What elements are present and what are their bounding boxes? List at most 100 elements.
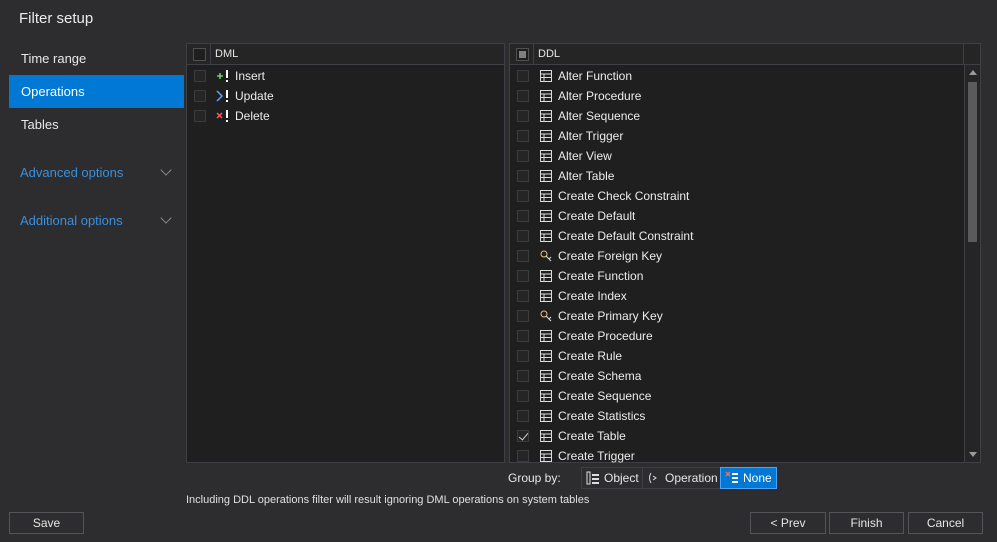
ddl-select-all-checkbox[interactable] bbox=[516, 48, 529, 61]
ddl-row-checkbox[interactable] bbox=[517, 70, 529, 82]
ddl-row-checkbox[interactable] bbox=[517, 150, 529, 162]
dml-header: DML bbox=[187, 44, 504, 65]
ddl-row-label: Create Sequence bbox=[558, 389, 652, 403]
ddl-row-checkbox[interactable] bbox=[517, 190, 529, 202]
ddl-row-checkbox[interactable] bbox=[517, 290, 529, 302]
view-icon bbox=[539, 149, 553, 163]
ddl-row[interactable]: Create Function bbox=[510, 266, 980, 286]
dml-row-label: Insert bbox=[235, 69, 266, 83]
ddl-scrollbar[interactable] bbox=[964, 65, 980, 462]
dml-row-checkbox[interactable] bbox=[194, 90, 206, 102]
nav-item-operations[interactable]: Operations bbox=[9, 75, 184, 108]
nav-section-advanced-options[interactable]: Advanced options bbox=[9, 156, 184, 189]
ddl-row[interactable]: Alter Table bbox=[510, 166, 980, 186]
primary-key-icon bbox=[539, 309, 553, 323]
dml-panel: DML Insert Update Delete bbox=[186, 43, 505, 463]
ddl-row-label: Create Procedure bbox=[558, 329, 653, 343]
schema-icon bbox=[539, 369, 553, 383]
ddl-row[interactable]: Create Procedure bbox=[510, 326, 980, 346]
save-button[interactable]: Save bbox=[9, 512, 84, 534]
ddl-row-label: Create Trigger bbox=[558, 449, 635, 463]
ddl-row-checkbox[interactable] bbox=[517, 170, 529, 182]
ddl-row-checkbox[interactable] bbox=[517, 230, 529, 242]
procedure-icon bbox=[539, 329, 553, 343]
insert-icon bbox=[216, 69, 230, 83]
ddl-row[interactable]: Create Rule bbox=[510, 346, 980, 366]
group-by-operation-button[interactable]: Operation bbox=[642, 467, 723, 489]
cancel-button[interactable]: Cancel bbox=[908, 512, 983, 534]
ddl-row-checkbox[interactable] bbox=[517, 210, 529, 222]
ddl-row-label: Create Function bbox=[558, 269, 644, 283]
ddl-row[interactable]: Create Default bbox=[510, 206, 980, 226]
ddl-row[interactable]: Create Default Constraint bbox=[510, 226, 980, 246]
function-icon bbox=[539, 269, 553, 283]
ddl-row[interactable]: Alter Sequence bbox=[510, 106, 980, 126]
dml-list: Insert Update Delete bbox=[187, 65, 504, 126]
object-group-icon bbox=[586, 471, 599, 485]
group-by-object-button[interactable]: Object bbox=[581, 467, 644, 489]
nav-item-tables[interactable]: Tables bbox=[9, 108, 184, 141]
finish-button[interactable]: Finish bbox=[829, 512, 904, 534]
chevron-down-icon bbox=[160, 164, 172, 176]
ddl-row-label: Create Check Constraint bbox=[558, 189, 690, 203]
ddl-row[interactable]: Alter Procedure bbox=[510, 86, 980, 106]
default-icon bbox=[539, 209, 553, 223]
ddl-row[interactable]: Alter View bbox=[510, 146, 980, 166]
operation-group-icon bbox=[649, 472, 657, 484]
ddl-row-label: Create Schema bbox=[558, 369, 642, 383]
procedure-icon bbox=[539, 89, 553, 103]
dml-row-checkbox[interactable] bbox=[194, 70, 206, 82]
scroll-down-icon[interactable] bbox=[969, 452, 977, 457]
check-constraint-icon bbox=[539, 189, 553, 203]
dml-select-all-checkbox[interactable] bbox=[193, 48, 206, 61]
sequence-icon bbox=[539, 109, 553, 123]
dml-row[interactable]: Update bbox=[187, 86, 504, 106]
ddl-row[interactable]: Create Table bbox=[510, 426, 980, 446]
nav-item-time-range[interactable]: Time range bbox=[9, 42, 184, 75]
ddl-row-checkbox[interactable] bbox=[517, 130, 529, 142]
ddl-row-checkbox[interactable] bbox=[517, 270, 529, 282]
dml-row[interactable]: Delete bbox=[187, 106, 504, 126]
ddl-row-checkbox[interactable] bbox=[517, 430, 529, 442]
dml-row-checkbox[interactable] bbox=[194, 110, 206, 122]
ddl-row-checkbox[interactable] bbox=[517, 330, 529, 342]
ddl-row[interactable]: Create Trigger bbox=[510, 446, 980, 466]
ddl-row[interactable]: Alter Function bbox=[510, 66, 980, 86]
sidebar-nav: Time range Operations Tables Advanced op… bbox=[9, 42, 184, 237]
ddl-row-checkbox[interactable] bbox=[517, 310, 529, 322]
ddl-row-checkbox[interactable] bbox=[517, 110, 529, 122]
group-by-operation-label: Operation bbox=[665, 471, 718, 485]
ddl-row-checkbox[interactable] bbox=[517, 90, 529, 102]
ddl-row-checkbox[interactable] bbox=[517, 250, 529, 262]
group-by-none-label: None bbox=[743, 471, 772, 485]
dml-row-label: Delete bbox=[235, 109, 270, 123]
delete-icon bbox=[216, 109, 230, 123]
index-icon bbox=[539, 289, 553, 303]
scroll-thumb[interactable] bbox=[968, 82, 977, 242]
table-icon bbox=[539, 169, 553, 183]
ddl-row[interactable]: Create Primary Key bbox=[510, 306, 980, 326]
dml-row[interactable]: Insert bbox=[187, 66, 504, 86]
ddl-row-label: Alter Trigger bbox=[558, 129, 624, 143]
ddl-row[interactable]: Create Schema bbox=[510, 366, 980, 386]
ddl-row[interactable]: Alter Trigger bbox=[510, 126, 980, 146]
ddl-row-checkbox[interactable] bbox=[517, 350, 529, 362]
ddl-row[interactable]: Create Index bbox=[510, 286, 980, 306]
ddl-row[interactable]: Create Check Constraint bbox=[510, 186, 980, 206]
ddl-row-checkbox[interactable] bbox=[517, 390, 529, 402]
ddl-row-label: Alter Function bbox=[558, 69, 633, 83]
ddl-row[interactable]: Create Statistics bbox=[510, 406, 980, 426]
ddl-row-checkbox[interactable] bbox=[517, 410, 529, 422]
ddl-row-checkbox[interactable] bbox=[517, 370, 529, 382]
ddl-warning-note: Including DDL operations filter will res… bbox=[186, 494, 590, 506]
table-icon bbox=[539, 429, 553, 443]
default-constraint-icon bbox=[539, 229, 553, 243]
foreign-key-icon bbox=[539, 249, 553, 263]
prev-button[interactable]: < Prev bbox=[750, 512, 826, 534]
ddl-row-checkbox[interactable] bbox=[517, 450, 529, 462]
nav-section-additional-options[interactable]: Additional options bbox=[9, 204, 184, 237]
ddl-row[interactable]: Create Foreign Key bbox=[510, 246, 980, 266]
group-by-none-button[interactable]: None bbox=[720, 467, 777, 489]
scroll-up-icon[interactable] bbox=[969, 70, 977, 75]
ddl-row[interactable]: Create Sequence bbox=[510, 386, 980, 406]
